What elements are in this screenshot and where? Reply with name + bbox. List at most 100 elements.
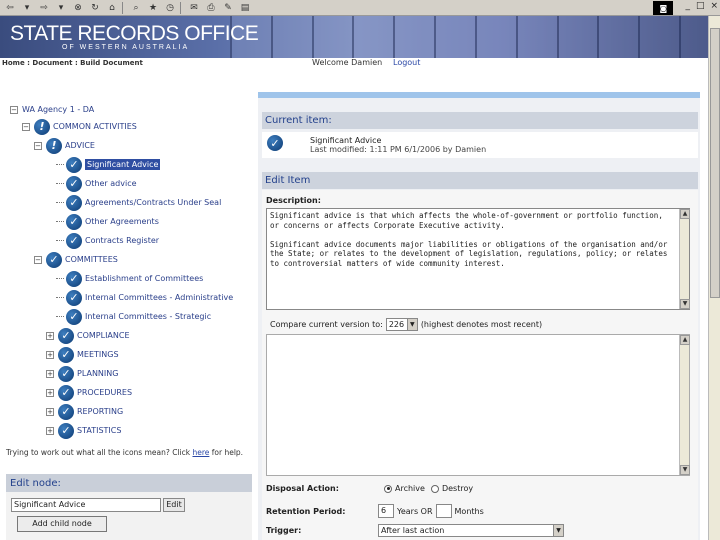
window-controls: ◙ _ □ ×: [653, 1, 718, 15]
tree-node-label: REPORTING: [77, 407, 124, 416]
description-scrollbar[interactable]: ▲ ▼: [679, 209, 690, 309]
check-icon: ✓: [58, 327, 74, 344]
search-icon[interactable]: ⌕: [129, 2, 143, 14]
minimize-button[interactable]: _: [685, 1, 690, 15]
breadcrumb[interactable]: Home : Document : Build Document: [2, 59, 143, 67]
trigger-row: Trigger: After last action ▼: [266, 524, 564, 537]
check-icon: ✓: [58, 365, 74, 382]
expand-icon[interactable]: +: [46, 331, 54, 340]
help-link[interactable]: here: [192, 448, 209, 457]
collapse-icon[interactable]: −: [34, 255, 42, 264]
tree-node-other-advice[interactable]: ✓ Other advice: [56, 175, 137, 192]
disposal-action-label: Disposal Action:: [266, 484, 339, 493]
stop-icon[interactable]: ⊗: [71, 2, 85, 14]
archive-radio-label: Archive: [395, 484, 425, 493]
tree-connector: [56, 278, 64, 279]
tree-node-label: Internal Committees - Administrative: [85, 293, 234, 302]
tree-node-label: Other Agreements: [85, 217, 159, 226]
expand-icon[interactable]: +: [46, 369, 54, 378]
current-item-heading: Current item:: [262, 112, 698, 129]
tree-node-label: Significant Advice: [85, 159, 161, 170]
check-icon: ✓: [267, 135, 283, 151]
tree-node-label: ADVICE: [65, 141, 95, 150]
check-icon: ✓: [66, 194, 82, 211]
breadcrumb-bar: Home : Document : Build Document Welcome…: [0, 58, 720, 70]
discuss-icon[interactable]: ▤: [238, 2, 252, 14]
chevron-down-icon[interactable]: ▼: [553, 525, 563, 536]
refresh-icon[interactable]: ↻: [88, 2, 102, 14]
back-icon[interactable]: ⇦: [3, 2, 17, 14]
add-child-node-button[interactable]: Add child node: [17, 516, 107, 532]
collapse-icon[interactable]: −: [10, 105, 18, 114]
mail-icon[interactable]: ✉: [187, 2, 201, 14]
disposal-action-row: Disposal Action: Archive Destroy: [266, 484, 473, 493]
site-title: STATE RECORDS OFFICE: [10, 22, 259, 45]
dropdown-icon[interactable]: ▾: [54, 2, 68, 14]
expand-icon[interactable]: +: [46, 426, 54, 435]
check-icon: ✓: [46, 251, 62, 268]
tree-node-common-activities[interactable]: − ! COMMON ACTIVITIES: [22, 118, 137, 135]
tree-node-label: COMMITTEES: [65, 255, 118, 264]
warning-icon: !: [34, 118, 50, 135]
node-name-input[interactable]: Significant Advice: [11, 498, 161, 512]
tree-node-contracts-register[interactable]: ✓ Contracts Register: [56, 232, 159, 249]
chevron-down-icon[interactable]: ▼: [406, 319, 417, 330]
warning-icon: !: [46, 137, 62, 154]
expand-icon[interactable]: +: [46, 388, 54, 397]
print-icon[interactable]: ⎙: [204, 2, 218, 14]
expand-icon[interactable]: +: [46, 407, 54, 416]
scroll-down-icon[interactable]: ▼: [680, 299, 690, 309]
trigger-select[interactable]: After last action ▼: [378, 524, 564, 537]
retention-period-row: Retention Period: 6 Years OR Months: [266, 504, 484, 518]
tree-node-label: STATISTICS: [77, 426, 122, 435]
tree-node-advice[interactable]: − ! ADVICE: [34, 137, 95, 154]
version-diff-area[interactable]: ▲ ▼: [266, 334, 690, 476]
toolbar-separator: [180, 1, 181, 14]
scroll-thumb[interactable]: [710, 28, 720, 298]
tree-root[interactable]: − WA Agency 1 - DA: [10, 101, 94, 118]
check-icon: ✓: [66, 308, 82, 325]
scroll-down-icon[interactable]: ▼: [680, 465, 690, 475]
compare-hint: (highest denotes most recent): [420, 320, 543, 329]
tree-node-internal-committees-strategic[interactable]: ✓ Internal Committees - Strategic: [56, 308, 211, 325]
logout-link[interactable]: Logout: [393, 58, 420, 67]
scroll-up-icon[interactable]: ▲: [680, 209, 690, 219]
destroy-radio[interactable]: [430, 484, 439, 493]
icon-help-text: Trying to work out what all the icons me…: [6, 448, 250, 457]
edit-button[interactable]: Edit: [163, 498, 185, 512]
tree-node-other-agreements[interactable]: ✓ Other Agreements: [56, 213, 159, 230]
tree-node-reporting[interactable]: + ✓ REPORTING: [46, 403, 123, 420]
tree-node-establishment-of-committees[interactable]: ✓ Establishment of Committees: [56, 270, 203, 287]
description-textarea[interactable]: Significant advice is that which affects…: [266, 208, 690, 310]
retention-months-input[interactable]: [435, 504, 452, 518]
scroll-up-icon[interactable]: ▲: [680, 335, 690, 345]
description-label: Description:: [266, 196, 321, 205]
collapse-icon[interactable]: −: [34, 141, 42, 150]
dropdown-icon[interactable]: ▾: [20, 2, 34, 14]
tree-node-compliance[interactable]: + ✓ COMPLIANCE: [46, 327, 130, 344]
retention-years-input[interactable]: 6: [378, 504, 394, 518]
expand-icon[interactable]: +: [46, 350, 54, 359]
collapse-icon[interactable]: −: [22, 122, 30, 131]
tree-node-internal-committees-admin[interactable]: ✓ Internal Committees - Administrative: [56, 289, 233, 306]
tree-node-statistics[interactable]: + ✓ STATISTICS: [46, 422, 121, 439]
tree-node-committees[interactable]: − ✓ COMMITTEES: [34, 251, 118, 268]
forward-icon[interactable]: ⇨: [37, 2, 51, 14]
tree-node-meetings[interactable]: + ✓ MEETINGS: [46, 346, 119, 363]
diff-scrollbar[interactable]: ▲ ▼: [679, 335, 690, 475]
maximize-button[interactable]: □: [696, 1, 705, 15]
tree-node-significant-advice[interactable]: ✓ Significant Advice: [56, 156, 161, 173]
compare-version-select[interactable]: 226 ▼: [385, 318, 418, 331]
page-scrollbar[interactable]: [708, 16, 720, 540]
favorites-icon[interactable]: ★: [146, 2, 160, 14]
home-icon[interactable]: ⌂: [105, 2, 119, 14]
history-icon[interactable]: ◷: [163, 2, 177, 14]
browser-logo-icon: ◙: [653, 1, 674, 15]
tree-node-planning[interactable]: + ✓ PLANNING: [46, 365, 118, 382]
tree-node-agreements-under-seal[interactable]: ✓ Agreements/Contracts Under Seal: [56, 194, 221, 211]
archive-radio[interactable]: [384, 484, 392, 493]
tree-root-label: WA Agency 1 - DA: [22, 105, 95, 114]
edit-icon[interactable]: ✎: [221, 2, 235, 14]
tree-node-procedures[interactable]: + ✓ PROCEDURES: [46, 384, 132, 401]
close-button[interactable]: ×: [710, 1, 718, 15]
